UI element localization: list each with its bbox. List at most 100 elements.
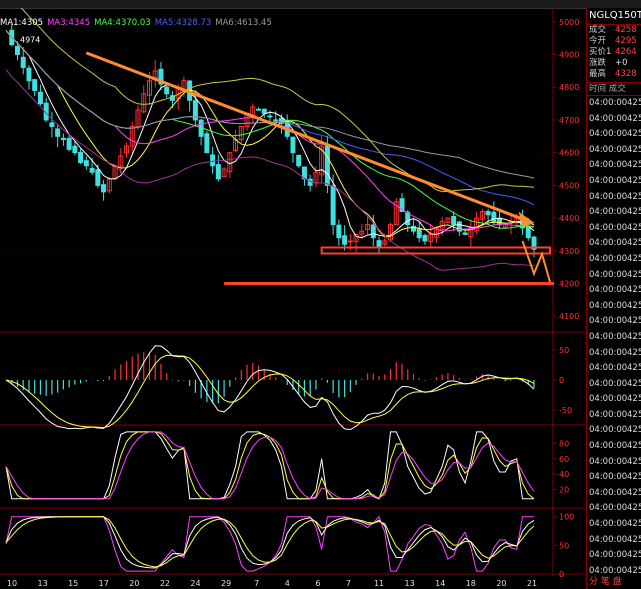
price-tick-label: 4700 [559,116,579,125]
quote-label: 涨跌 [589,58,607,68]
quote-label: 今开 [589,36,607,46]
trade-price: 425 [627,487,641,498]
trade-price: 425 [627,269,641,280]
trade-price: 425 [627,503,641,514]
quote-row: 今开 4295 [587,36,641,47]
trade-price: 425 [627,113,641,124]
kdj-tick-label: 20 [559,486,569,495]
trade-time: 04:00:00 [589,129,628,140]
candle-body [60,137,66,141]
trade-time: 04:00:00 [589,253,628,264]
candle-body [32,79,38,92]
macd-tick-label: 0 [559,376,564,385]
quote-label: 成交 [589,25,607,35]
trade-time: 04:00:00 [589,191,628,202]
macd-dif-line [5,345,535,431]
candle-body [72,145,78,154]
price-tick-label: 4100 [559,312,579,321]
trade-price: 425 [627,363,641,374]
trade-price: 425 [627,316,641,327]
x-tick-label: 21 [527,579,537,588]
candle-body [485,211,491,216]
wr-line-1 [5,515,534,572]
x-tick-label: 13 [37,579,47,588]
candle-body [26,67,32,82]
price-tick-label: 4600 [559,149,579,158]
trade-price: 425 [627,534,641,545]
sidebar-footer-tabs[interactable]: 分 笔 盘 [589,574,622,587]
ma4-line [5,29,535,229]
x-tick-label: 4 [285,579,290,588]
wr-line-3 [5,516,535,568]
candle-body [525,225,531,239]
quote-value: 4264 [615,47,637,57]
candle-body [37,91,43,105]
trade-time: 04:00:00 [589,363,628,374]
candle-body [78,151,84,163]
ma6-line [5,29,535,179]
x-tick-label: 20 [129,579,139,588]
kdj-k-line [5,431,534,500]
trade-row: 04:00:00 425 [587,174,641,190]
x-tick-label: 13 [405,579,415,588]
wr-line-2 [5,516,535,569]
candlestick-chart[interactable]: 5000490048004700460045004400430042004100… [0,8,585,589]
x-tick-label: 14 [435,579,445,588]
trade-price: 425 [627,425,641,436]
wr-tick-label: 0 [559,570,564,579]
kdj-j-line [5,431,535,500]
candle-body [204,133,210,154]
trade-price: 425 [627,222,641,233]
candle-body [267,115,273,118]
trade-time: 04:00:00 [589,175,628,186]
kdj-d-line [5,431,535,500]
ma3-line [5,29,535,232]
trade-price: 425 [627,191,641,202]
trade-price: 425 [627,175,641,186]
ma-legend-item-1: MA3:4345 [47,18,91,28]
trade-time: 04:00:00 [589,347,628,358]
ma-legend-item-4: MA6:4613.45 [215,18,272,28]
ma1-line [5,29,535,239]
quote-value: 4258 [615,25,637,35]
trade-time: 04:00:00 [589,394,628,405]
wr-tick-label: 100 [559,513,574,522]
trade-row: 04:00:00 425 [587,517,641,533]
trade-price: 425 [627,98,641,108]
trade-price: 425 [627,253,641,264]
trade-time: 04:00:00 [589,238,628,249]
symbol-title: NGLQ150T [587,8,641,25]
trade-row: 04:00:00 425 [587,283,641,299]
trade-time: 04:00:00 [589,316,628,327]
candle-body [296,154,302,167]
candle-body [256,108,262,111]
x-tick-label: 29 [221,579,231,588]
trade-time: 04:00:00 [589,487,628,498]
trade-time: 04:00:00 [589,98,628,108]
ma-legend-item-0: MA1:4305 [0,18,44,28]
x-tick-label: 6 [315,579,320,588]
macd-dea-line [5,354,535,429]
x-tick-label: 18 [466,579,476,588]
price-tick-label: 4800 [559,83,579,92]
candle-body [55,128,61,137]
x-tick-label: 11 [374,579,384,588]
candle-body [491,211,497,222]
trade-list[interactable]: 04:00:00 425 04:00:00 425 04:00:00 425 04:00:0… [587,96,641,579]
trade-price: 425 [627,160,641,171]
trade-time: 04:00:00 [589,269,628,280]
peak-price-label: 4974 [20,35,40,44]
trade-row: 04:00:00 425 [587,205,641,221]
trade-row: 04:00:00 425 [587,158,641,174]
quote-label: 买价1 [589,47,612,57]
quote-value: 4295 [615,36,637,46]
candle-body [215,164,221,180]
candle-body [20,56,26,69]
trade-row: 04:00:00 425 [587,455,641,471]
ma2-line [5,29,535,237]
trade-row: 04:00:00 425 [587,361,641,377]
chart-area[interactable]: 5000 4900 4800 4700 4600 4500 4400 4300 4200 4100… [0,8,585,589]
candle-body [451,215,457,226]
trade-price: 425 [627,565,641,576]
trades-header: 时间 成交 [587,82,641,96]
